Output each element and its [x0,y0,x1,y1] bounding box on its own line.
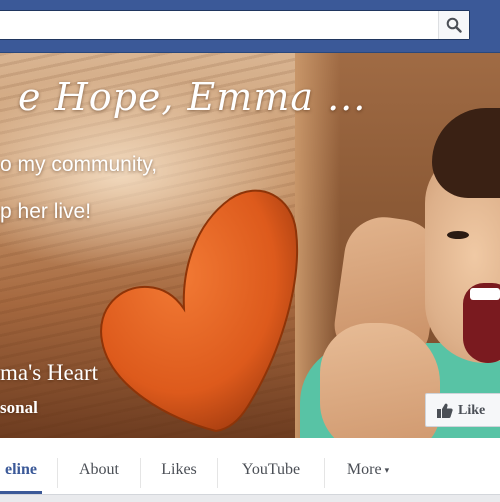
page-tabs-bar: eline About Likes YouTube More ▾ [0,438,500,495]
top-bar [0,0,500,53]
chevron-down-icon: ▾ [384,464,390,475]
cover-tagline-2: p her live! [0,200,92,223]
tab-timeline[interactable]: eline [0,438,42,494]
cover-headline: e Hope, Emma ... [18,75,367,119]
like-label: Like [458,403,486,418]
tab-label: YouTube [241,461,301,478]
like-button[interactable]: Like [425,393,500,427]
page-category: sonal [0,398,38,417]
tab-youtube[interactable]: YouTube [218,438,324,494]
search-box[interactable] [0,10,470,40]
child-hand [320,323,440,438]
page-title: ma's Heart [0,360,99,385]
heart-graphic [98,181,303,436]
tab-more[interactable]: More ▾ [325,438,411,494]
search-icon [446,17,462,33]
tab-label: Likes [161,461,197,478]
tab-label: About [79,461,119,478]
tab-about[interactable]: About [58,438,140,494]
cover-photo: e Hope, Emma ... o my community, p her l… [0,53,500,438]
tab-label: eline [5,461,37,478]
child-teeth [470,288,500,300]
thumbs-up-icon [437,403,453,418]
tab-likes[interactable]: Likes [141,438,217,494]
search-button[interactable] [438,11,469,39]
child-eye [447,231,469,239]
cover-tagline-1: o my community, [0,153,158,176]
tab-label: More [346,461,382,478]
